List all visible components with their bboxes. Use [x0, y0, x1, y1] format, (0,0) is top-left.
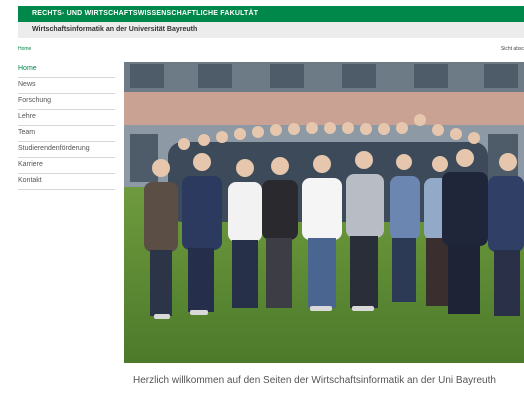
chair-title: Wirtschaftsinformatik an der Universität… [32, 26, 198, 33]
nav-item-label: Team [18, 129, 36, 136]
nav-item-forschung[interactable]: Forschung [18, 94, 115, 110]
nav-item-label: Studierendenförderung [18, 145, 90, 152]
faculty-title[interactable]: RECHTS- UND WIRTSCHAFTSWISSENSCHAFTLICHE… [32, 10, 258, 17]
team-photo [124, 62, 524, 363]
chair-header-bar: Wirtschaftsinformatik an der Universität… [18, 22, 524, 38]
nav-item-lehre[interactable]: Lehre [18, 110, 115, 126]
nav-item-home[interactable]: Home [18, 62, 115, 78]
nav-item-news[interactable]: News [18, 78, 115, 94]
nav-item-label: News [18, 81, 36, 88]
nav-item-label: Forschung [18, 97, 52, 104]
nav-item-label: Kontakt [18, 177, 42, 184]
nav-item-label: Karriere [18, 161, 43, 168]
welcome-heading: Herzlich willkommen auf den Seiten der W… [133, 375, 496, 386]
sidebar-nav: Home News Forschung Lehre Team Studieren… [18, 62, 115, 190]
breadcrumb-right-link[interactable]: Sicht absc [501, 46, 524, 52]
breadcrumb: Home Sicht absc [18, 44, 524, 54]
nav-item-label: Home [18, 65, 37, 72]
breadcrumb-home-link[interactable]: Home [18, 46, 31, 52]
faculty-header-bar[interactable]: RECHTS- UND WIRTSCHAFTSWISSENSCHAFTLICHE… [18, 6, 524, 22]
nav-item-studierendenfoerderung[interactable]: Studierendenförderung [18, 142, 115, 158]
team-photo-illustration [124, 62, 524, 363]
nav-item-team[interactable]: Team [18, 126, 115, 142]
nav-item-label: Lehre [18, 113, 36, 120]
nav-item-kontakt[interactable]: Kontakt [18, 174, 115, 190]
nav-item-karriere[interactable]: Karriere [18, 158, 115, 174]
